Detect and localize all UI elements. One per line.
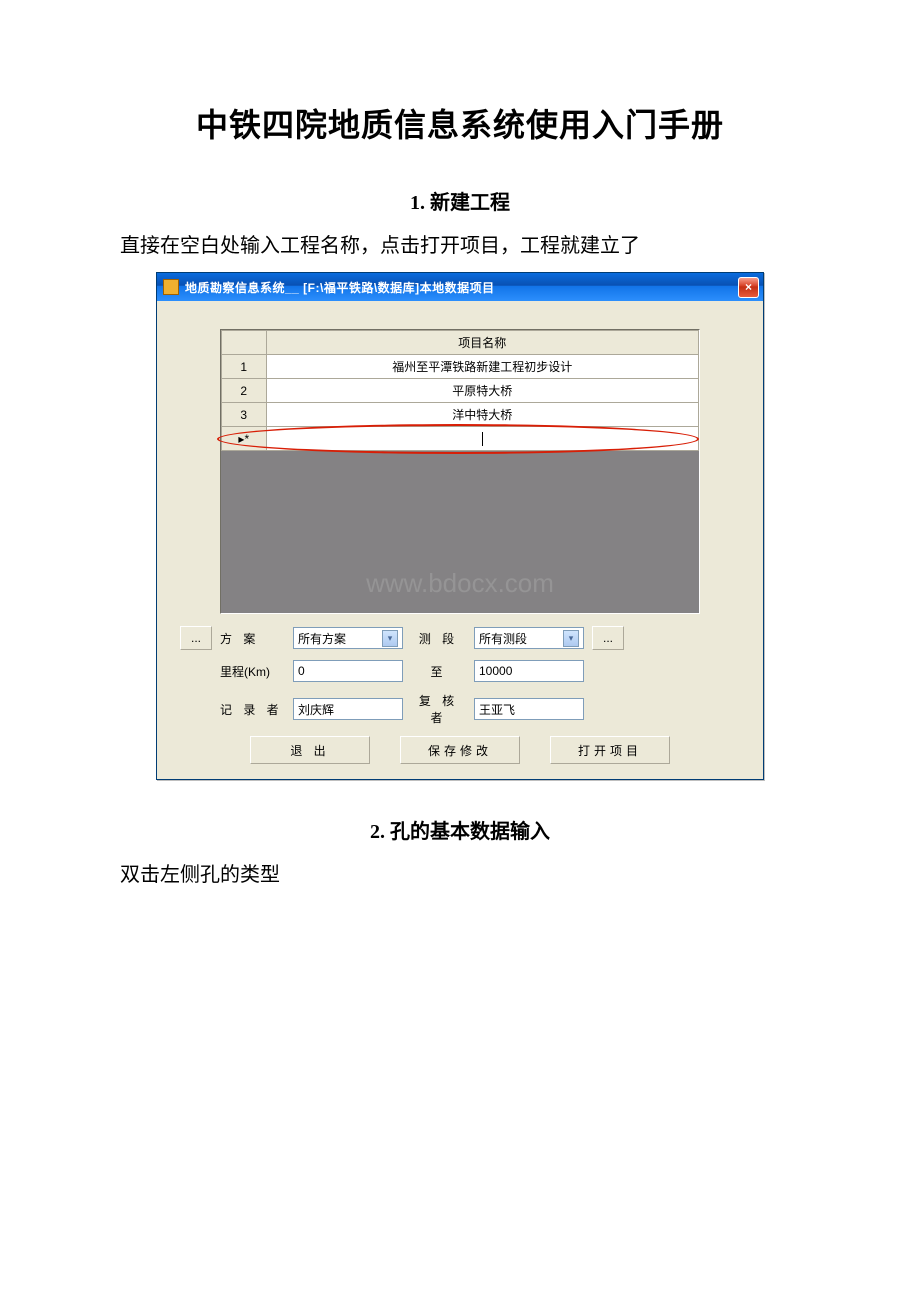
scheme-combo[interactable]: 所有方案 ▾	[293, 627, 403, 649]
reviewer-label: 复 核 者	[411, 692, 466, 726]
section-title-1: 1. 新建工程	[120, 186, 800, 215]
mileage-label: 里程(Km)	[220, 663, 285, 680]
table-new-row[interactable]: ▸*	[222, 427, 699, 451]
recorder-input[interactable]: 刘庆辉	[293, 698, 403, 720]
project-table: 项目名称 1 福州至平潭铁路新建工程初步设计 2 平原特大桥 3 洋中特大桥	[221, 330, 699, 451]
grid-corner	[222, 331, 267, 355]
row-number: 2	[222, 379, 267, 403]
exit-button[interactable]: 退 出	[250, 736, 370, 764]
paragraph-2: 双击左侧孔的类型	[120, 859, 800, 891]
project-name-cell[interactable]: 平原特大桥	[266, 379, 698, 403]
new-row-marker: ▸*	[222, 427, 267, 451]
section-label: 测 段	[411, 630, 466, 647]
close-button[interactable]: ×	[738, 277, 759, 298]
section-combo-value: 所有测段	[479, 630, 527, 647]
paragraph-1: 直接在空白处输入工程名称，点击打开项目，工程就建立了	[120, 230, 800, 262]
scheme-browse-button[interactable]: ...	[180, 626, 212, 650]
row-number: 1	[222, 355, 267, 379]
scheme-label: 方 案	[220, 630, 285, 647]
open-project-button[interactable]: 打开项目	[550, 736, 670, 764]
scheme-combo-value: 所有方案	[298, 630, 346, 647]
grid-header-name: 项目名称	[266, 331, 698, 355]
window-body: 项目名称 1 福州至平潭铁路新建工程初步设计 2 平原特大桥 3 洋中特大桥	[157, 301, 763, 781]
controls-panel: ... 方 案 所有方案 ▾ 测 段 所有测段 ▾ ... 里程(Km)	[180, 626, 740, 764]
save-button[interactable]: 保存修改	[400, 736, 520, 764]
watermark: www.bdocx.com	[221, 568, 699, 599]
table-row[interactable]: 2 平原特大桥	[222, 379, 699, 403]
mileage-to-input[interactable]: 10000	[474, 660, 584, 682]
window-titlebar: 地质勘察信息系统__ [F:\福平铁路\数据库]本地数据项目 ×	[157, 273, 763, 301]
new-project-input-cell[interactable]	[266, 427, 698, 451]
chevron-down-icon: ▾	[382, 630, 398, 647]
window-title-text: 地质勘察信息系统__ [F:\福平铁路\数据库]本地数据项目	[185, 279, 738, 296]
table-row[interactable]: 3 洋中特大桥	[222, 403, 699, 427]
document-title: 中铁四院地质信息系统使用入门手册	[120, 100, 800, 146]
to-label: 至	[411, 663, 466, 680]
close-icon: ×	[745, 280, 752, 294]
section-combo[interactable]: 所有测段 ▾	[474, 627, 584, 649]
app-window: 地质勘察信息系统__ [F:\福平铁路\数据库]本地数据项目 × 项目名称 1 …	[156, 272, 764, 780]
row-number: 3	[222, 403, 267, 427]
text-cursor	[482, 432, 483, 446]
project-grid[interactable]: 项目名称 1 福州至平潭铁路新建工程初步设计 2 平原特大桥 3 洋中特大桥	[220, 329, 700, 614]
project-name-cell[interactable]: 福州至平潭铁路新建工程初步设计	[266, 355, 698, 379]
section-title-2: 2. 孔的基本数据输入	[120, 815, 800, 844]
section-browse-button[interactable]: ...	[592, 626, 624, 650]
chevron-down-icon: ▾	[563, 630, 579, 647]
app-window-screenshot: 地质勘察信息系统__ [F:\福平铁路\数据库]本地数据项目 × 项目名称 1 …	[156, 272, 764, 780]
mileage-from-input[interactable]: 0	[293, 660, 403, 682]
reviewer-input[interactable]: 王亚飞	[474, 698, 584, 720]
recorder-label: 记 录 者	[220, 701, 285, 718]
table-row[interactable]: 1 福州至平潭铁路新建工程初步设计	[222, 355, 699, 379]
project-name-cell[interactable]: 洋中特大桥	[266, 403, 698, 427]
app-icon	[163, 279, 179, 295]
